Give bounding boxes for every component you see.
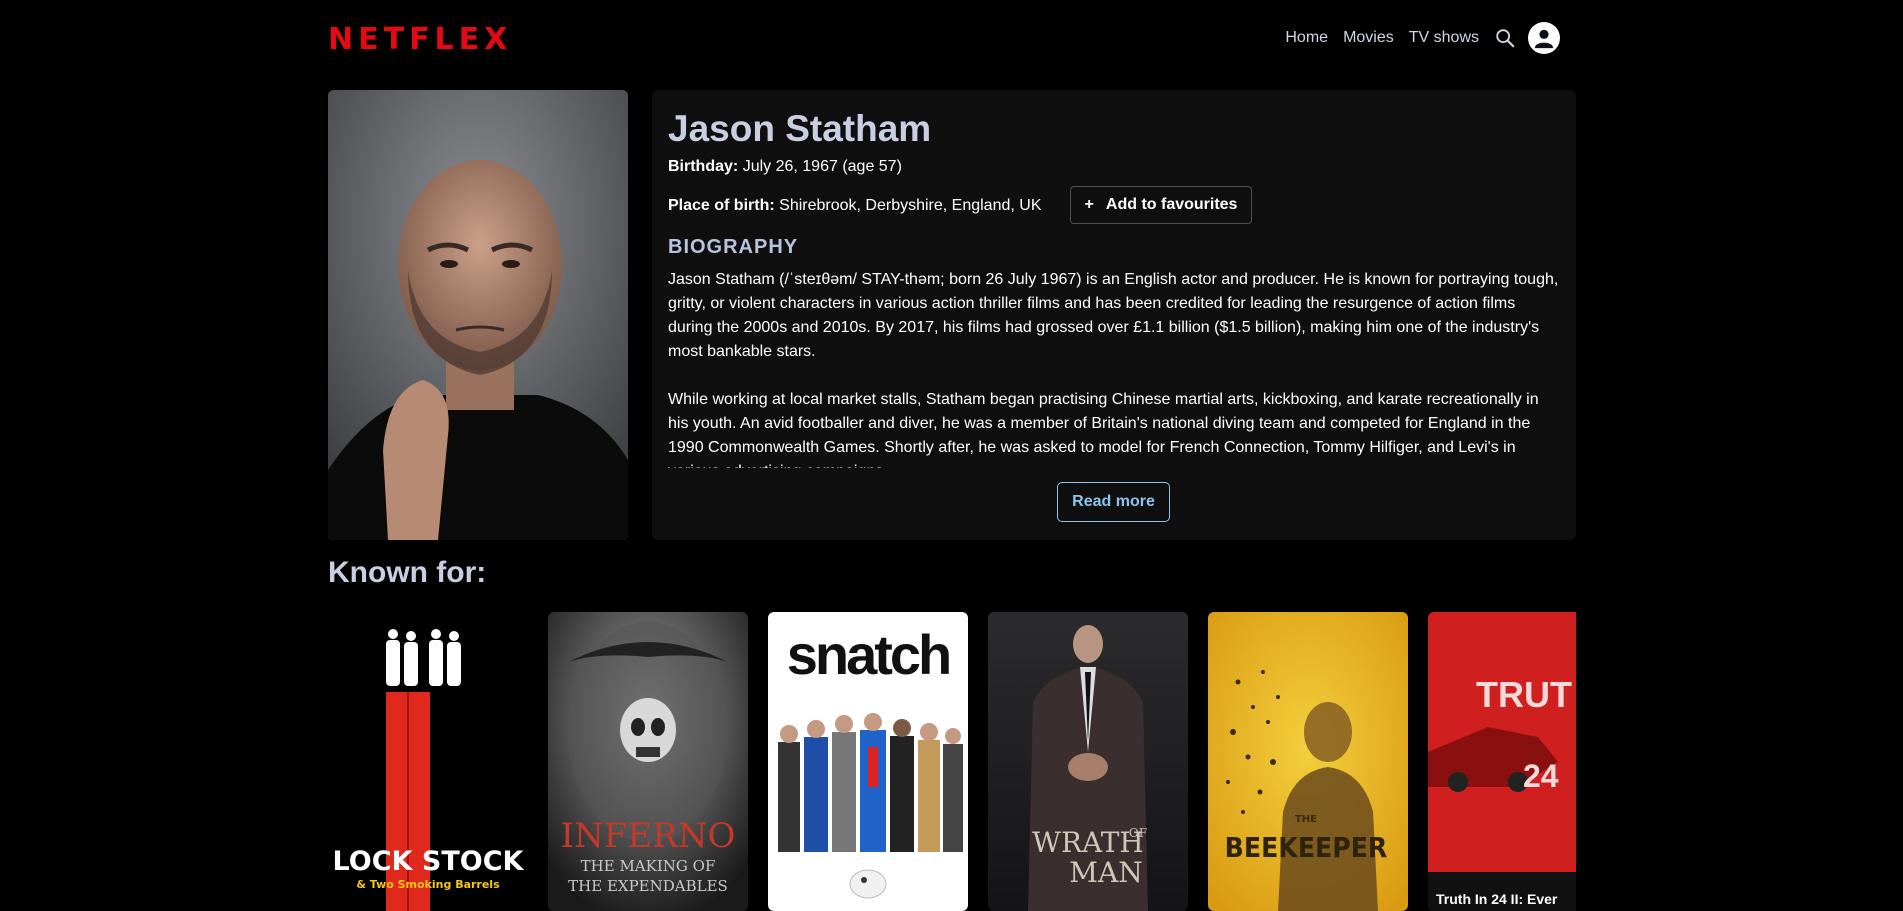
movie-poster-truth-in-24-ii[interactable]: TRUT 24 Truth In 24 II: Ever: [1428, 612, 1576, 911]
profile-photo: [328, 90, 628, 540]
main-nav: Home Movies TV shows: [1270, 22, 1560, 54]
poster-title-of: OF: [1129, 826, 1147, 840]
known-for-carousel: LOCK STOCK & Two Smoking Barrels INFERNO…: [328, 612, 1576, 911]
movie-poster-the-beekeeper[interactable]: THE BEEKEEPER: [1208, 612, 1408, 911]
biography-heading: BIOGRAPHY: [668, 236, 799, 258]
user-icon: [1534, 29, 1554, 49]
movie-poster-lock-stock[interactable]: LOCK STOCK & Two Smoking Barrels: [328, 612, 528, 911]
birthplace-value: Shirebrook, Derbyshire, England, UK: [779, 197, 1042, 214]
movie-poster-wrath-of-man[interactable]: WRATH OF MAN: [988, 612, 1188, 911]
biography-text: Jason Statham (/ˈsteɪθəm/ STAY-thəm; bor…: [668, 268, 1560, 468]
biography-paragraph: Jason Statham (/ˈsteɪθəm/ STAY-thəm; bor…: [668, 271, 1559, 360]
poster-title: MAN: [1069, 856, 1142, 889]
nav-tv-shows[interactable]: TV shows: [1409, 29, 1479, 47]
poster-title: INFERNO: [561, 816, 736, 856]
nav-home[interactable]: Home: [1285, 29, 1328, 47]
person-name: Jason Statham: [668, 108, 932, 149]
brand-logo[interactable]: NETFLEX: [328, 22, 512, 57]
search-icon[interactable]: [1494, 27, 1516, 49]
poster-title-the: THE: [1295, 814, 1317, 825]
poster-title: WRATH: [1032, 826, 1144, 859]
nav-movies[interactable]: Movies: [1343, 29, 1394, 47]
poster-caption: Truth In 24 II: Ever: [1436, 891, 1558, 907]
poster-title: TRUT: [1476, 674, 1572, 715]
user-avatar[interactable]: [1528, 22, 1560, 54]
read-more-button[interactable]: Read more: [1057, 482, 1170, 522]
poster-subtitle: & Two Smoking Barrels: [356, 878, 500, 891]
poster-number: 24: [1523, 758, 1559, 794]
top-bar: NETFLEX Home Movies TV shows: [0, 0, 1903, 80]
birthplace-label: Place of birth:: [668, 197, 775, 214]
poster-title: BEEKEEPER: [1225, 831, 1388, 864]
add-to-favourites-button[interactable]: + Add to favourites: [1070, 186, 1252, 224]
person-info-panel: Jason Statham Birthday: July 26, 1967 (a…: [652, 90, 1576, 540]
biography-paragraph: While working at local market stalls, St…: [668, 391, 1539, 468]
movie-poster-snatch[interactable]: snatch: [768, 612, 968, 911]
poster-subtitle: THE MAKING OF: [581, 857, 716, 875]
movie-poster-inferno[interactable]: INFERNO THE MAKING OF THE EXPENDABLES: [548, 612, 748, 911]
poster-title: LOCK STOCK: [333, 846, 525, 877]
add-to-favourites-label: Add to favourites: [1105, 196, 1238, 213]
birthday-value: July 26, 1967 (age 57): [742, 158, 902, 175]
poster-subtitle: THE EXPENDABLES: [568, 877, 728, 895]
birthday-row: Birthday: July 26, 1967 (age 57): [668, 158, 902, 176]
known-for-heading: Known for:: [328, 556, 487, 589]
plus-icon: +: [1084, 196, 1094, 213]
birthplace-row: Place of birth: Shirebrook, Derbyshire, …: [668, 197, 1042, 215]
birthday-label: Birthday:: [668, 158, 739, 175]
poster-title: snatch: [787, 623, 950, 686]
